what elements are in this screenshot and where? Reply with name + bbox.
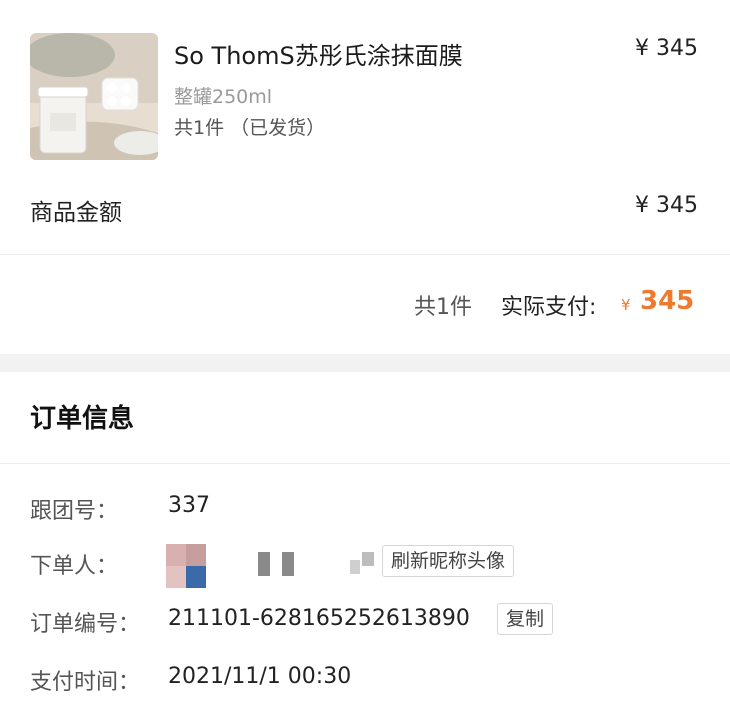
buyer-nickname <box>258 552 298 578</box>
actual-paid-amount: 345 <box>640 286 695 316</box>
payment-time-value: 2021/11/1 00:30 <box>168 664 352 689</box>
actual-paid-label: 实际支付: <box>501 295 597 320</box>
refresh-nickname-avatar-button[interactable]: 刷新昵称头像 <box>382 545 515 577</box>
group-number-label: 跟团号： <box>30 499 119 524</box>
order-number-value: 211101-628165252613890 <box>168 606 470 631</box>
actual-paid-currency: ¥ <box>621 296 631 314</box>
product-thumbnail[interactable] <box>30 33 158 160</box>
product-spec: 整罐250ml <box>174 86 273 108</box>
product-price: ¥ 345 <box>635 36 698 61</box>
copy-button[interactable]: 复制 <box>497 603 554 635</box>
buyer-label: 下单人： <box>30 554 119 579</box>
product-name[interactable]: So ThomS苏彤氏涂抹面膜 <box>174 36 463 71</box>
divider <box>0 254 730 255</box>
divider <box>0 463 730 464</box>
group-number-value: 337 <box>168 493 210 518</box>
payment-time-label: 支付时间： <box>30 670 141 695</box>
buyer-redacted <box>350 552 380 578</box>
order-info-title: 订单信息 <box>30 404 135 434</box>
product-photo-icon <box>30 33 158 160</box>
product-quantity-status: 共1件 （已发货） <box>174 117 326 139</box>
item-count: 共1件 <box>414 295 472 320</box>
goods-amount-value: ¥ 345 <box>635 193 698 218</box>
order-number-label: 订单编号： <box>30 612 141 637</box>
goods-amount-label: 商品金额 <box>30 200 122 226</box>
buyer-avatar <box>166 544 206 588</box>
